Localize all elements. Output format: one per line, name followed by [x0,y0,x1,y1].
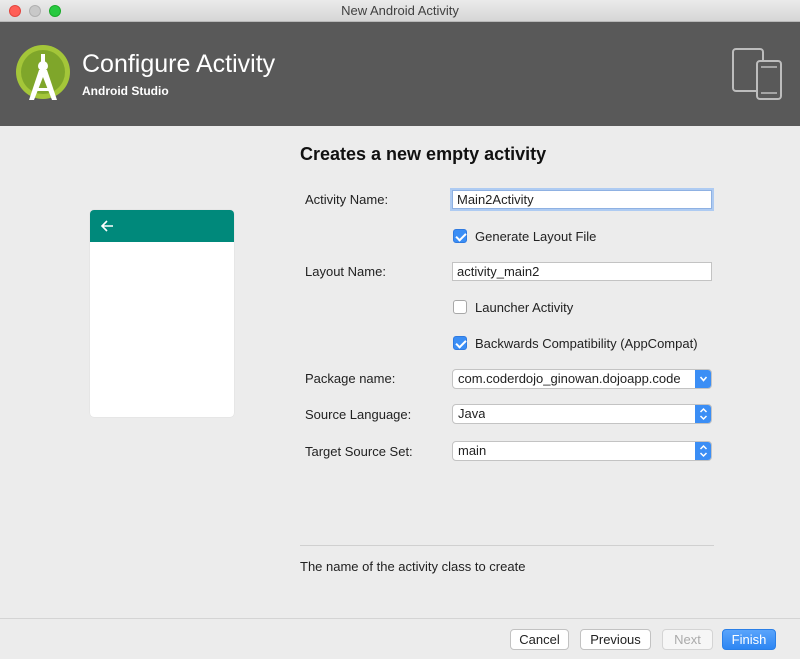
launcher-activity-label: Launcher Activity [475,299,574,315]
maximize-window-button[interactable] [49,5,61,17]
finish-button[interactable]: Finish [722,629,776,650]
window-title: New Android Activity [341,3,459,18]
backwards-compat-row[interactable]: Backwards Compatibility (AppCompat) [453,335,698,351]
backwards-compat-label: Backwards Compatibility (AppCompat) [475,335,698,351]
activity-name-input[interactable] [452,190,712,209]
up-down-chevron-icon[interactable] [695,405,711,423]
generate-layout-label: Generate Layout File [475,228,597,244]
header-subtitle: Android Studio [82,84,169,98]
cancel-button[interactable]: Cancel [510,629,569,650]
target-source-set-select[interactable]: main [452,441,712,461]
package-name-value: com.coderdojo_ginowan.dojoapp.code [458,371,681,386]
package-name-combo[interactable]: com.coderdojo_ginowan.dojoapp.code [452,369,712,389]
back-arrow-icon [100,220,113,232]
previous-button[interactable]: Previous [580,629,651,650]
android-studio-icon [16,45,70,100]
wizard-header: Configure Activity Android Studio [0,22,800,126]
source-language-value: Java [458,406,486,421]
target-source-set-value: main [458,443,487,458]
backwards-compat-checkbox[interactable] [453,336,467,350]
layout-name-input[interactable] [452,262,712,281]
generate-layout-checkbox[interactable] [453,229,467,243]
preview-app-bar [90,210,234,242]
close-window-button[interactable] [9,5,21,17]
source-language-select[interactable]: Java [452,404,712,424]
next-button[interactable]: Next [662,629,713,650]
launcher-activity-row[interactable]: Launcher Activity [453,299,573,315]
activity-name-label: Activity Name: [305,192,389,207]
divider [300,545,714,546]
up-down-chevron-icon[interactable] [695,442,711,460]
generate-layout-row[interactable]: Generate Layout File [453,228,596,244]
source-language-label: Source Language: [305,407,412,422]
header-title: Configure Activity [82,50,276,78]
section-title: Creates a new empty activity [300,144,547,164]
minimize-window-button[interactable] [29,5,41,17]
field-hint: The name of the activity class to create [300,559,526,574]
activity-preview [90,210,234,417]
package-name-label: Package name: [305,371,396,386]
layout-name-label: Layout Name: [305,264,386,279]
window-titlebar: New Android Activity [0,0,800,22]
chevron-down-icon[interactable] [695,370,711,388]
wizard-footer: Cancel Previous Next Finish [0,618,800,659]
target-source-set-label: Target Source Set: [305,444,413,459]
launcher-activity-checkbox[interactable] [453,300,467,314]
phone-tablet-icon [732,48,782,100]
